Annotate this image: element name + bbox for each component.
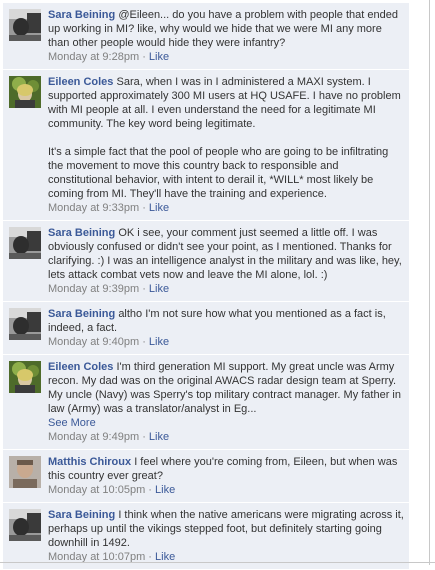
avatar[interactable] (9, 509, 41, 541)
meta-separator: · (142, 431, 146, 443)
sara-avatar-icon (9, 227, 41, 259)
bottom-divider (0, 562, 435, 563)
comment-item: Sara Beining OK i see, your comment just… (3, 221, 409, 302)
avatar[interactable] (9, 308, 41, 340)
comment-author-link[interactable]: Sara Beining (48, 509, 115, 521)
comment-author-link[interactable]: Sara Beining (48, 308, 115, 320)
comment-item: Matthis Chiroux I feel where you're comi… (3, 450, 409, 503)
avatar[interactable] (9, 361, 41, 393)
comment-author-link[interactable]: Eileen Coles (48, 361, 113, 373)
comment-author-link[interactable]: Matthis Chiroux (48, 456, 131, 468)
comment-item: Sara Beining altho I'm not sure how what… (3, 302, 409, 355)
comment-text-paragraph: It's a simple fact that the pool of peop… (48, 146, 389, 200)
eileen-avatar-icon (9, 361, 41, 393)
comment-timestamp[interactable]: Monday at 9:49pm (48, 431, 139, 443)
avatar[interactable] (9, 456, 41, 488)
comment-meta: Monday at 9:49pm · Like (48, 430, 405, 444)
comment-meta: Monday at 9:40pm · Like (48, 335, 405, 349)
sara-avatar-icon (9, 509, 41, 541)
avatar[interactable] (9, 9, 41, 41)
comment-item: Eileen Coles Sara, when I was in I admin… (3, 70, 409, 221)
comment-author-link[interactable]: Eileen Coles (48, 76, 113, 88)
meta-separator: · (148, 484, 152, 496)
comment-timestamp[interactable]: Monday at 9:40pm (48, 336, 139, 348)
eileen-avatar-icon (9, 76, 41, 108)
meta-separator: · (142, 336, 146, 348)
matthis-avatar-icon (9, 456, 41, 488)
comment-timestamp[interactable]: Monday at 9:39pm (48, 283, 139, 295)
comment-meta: Monday at 10:05pm · Like (48, 483, 405, 497)
comment-author-link[interactable]: Sara Beining (48, 227, 115, 239)
comment-timestamp[interactable]: Monday at 9:33pm (48, 202, 139, 214)
meta-separator: · (142, 283, 146, 295)
like-link[interactable]: Like (149, 336, 169, 348)
like-link[interactable]: Like (149, 202, 169, 214)
comment-author-link[interactable]: Sara Beining (48, 9, 115, 21)
like-link[interactable]: Like (155, 484, 175, 496)
comment-timestamp[interactable]: Monday at 10:05pm (48, 484, 145, 496)
like-link[interactable]: Like (149, 431, 169, 443)
comment-item: Sara Beining @Eileen... do you have a pr… (3, 3, 409, 70)
sara-avatar-icon (9, 9, 41, 41)
comment-item: Sara Beining I think when the native ame… (3, 503, 409, 570)
meta-separator: · (142, 51, 146, 63)
window-edge-divider (429, 0, 430, 565)
avatar[interactable] (9, 76, 41, 108)
comment-timestamp[interactable]: Monday at 9:28pm (48, 51, 139, 63)
comment-thread: Sara Beining @Eileen... do you have a pr… (3, 3, 409, 570)
like-link[interactable]: Like (149, 51, 169, 63)
see-more-link[interactable]: See More (48, 416, 405, 430)
meta-separator: · (142, 202, 146, 214)
comment-item: Eileen Coles I'm third generation MI sup… (3, 355, 409, 450)
avatar[interactable] (9, 227, 41, 259)
sara-avatar-icon (9, 308, 41, 340)
comment-meta: Monday at 9:28pm · Like (48, 50, 405, 64)
like-link[interactable]: Like (149, 283, 169, 295)
comment-meta: Monday at 9:33pm · Like (48, 201, 405, 215)
comment-meta: Monday at 9:39pm · Like (48, 282, 405, 296)
